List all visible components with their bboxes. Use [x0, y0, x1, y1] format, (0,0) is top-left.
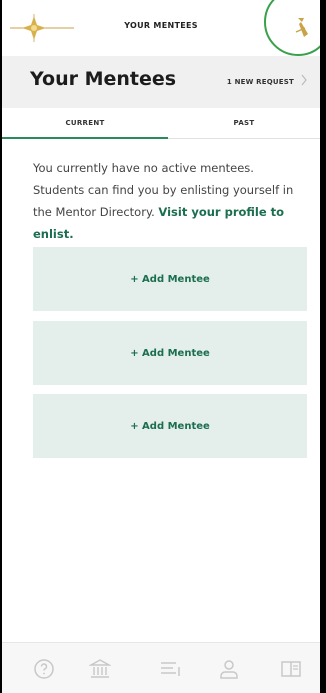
- necktie-icon[interactable]: [292, 16, 312, 38]
- bottom-nav: [2, 642, 320, 693]
- page-title: Your Mentees: [30, 68, 177, 90]
- tab-past[interactable]: PAST: [168, 119, 320, 127]
- app-screen: YOUR MENTEES Your Mentees 1 NEW REQUEST …: [2, 0, 320, 693]
- add-mentee-label: + Add Mentee: [130, 273, 210, 285]
- help-circle-icon[interactable]: [33, 658, 55, 680]
- institution-icon[interactable]: [89, 658, 111, 680]
- add-mentee-card[interactable]: + Add Mentee: [33, 321, 307, 385]
- chevron-right-icon[interactable]: [300, 74, 308, 86]
- add-mentee-label: + Add Mentee: [130, 420, 210, 432]
- person-icon[interactable]: [218, 658, 240, 680]
- top-bar: YOUR MENTEES: [2, 0, 320, 57]
- list-icon[interactable]: [159, 658, 181, 680]
- new-request-link[interactable]: 1 NEW REQUEST: [227, 78, 294, 86]
- book-icon[interactable]: [280, 658, 302, 680]
- add-mentee-label: + Add Mentee: [130, 347, 210, 359]
- empty-state-message: You currently have no active mentees. St…: [33, 157, 301, 245]
- tab-current[interactable]: CURRENT: [2, 119, 168, 127]
- active-tab-indicator: [2, 137, 168, 139]
- page-header: Your Mentees 1 NEW REQUEST: [2, 56, 320, 108]
- add-mentee-card[interactable]: + Add Mentee: [33, 394, 307, 458]
- add-mentee-card[interactable]: + Add Mentee: [33, 247, 307, 311]
- mentee-tabs: CURRENT PAST: [2, 112, 320, 139]
